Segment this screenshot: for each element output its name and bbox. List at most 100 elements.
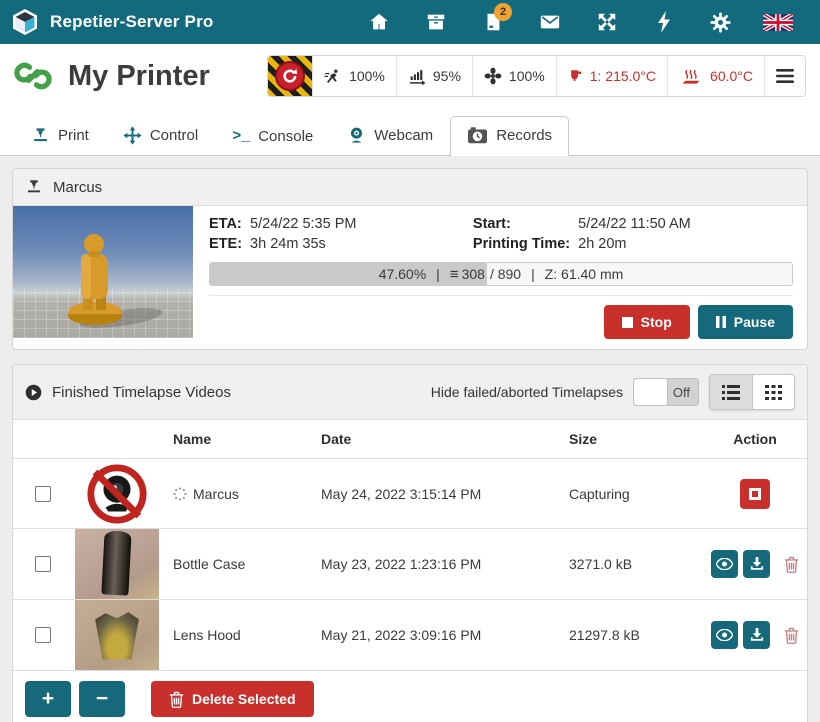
tab-console[interactable]: >_ Console [215, 118, 330, 155]
speed-status[interactable]: 100% [312, 56, 396, 96]
header-thumb-spacer [69, 420, 165, 459]
tab-label: Print [58, 127, 89, 144]
job-meta: ETA: 5/24/22 5:35 PM Start: 5/24/22 11:5… [209, 216, 793, 252]
table-row-lens-hood: Lens Hood May 21, 2022 3:09:16 PM 21297.… [13, 600, 807, 671]
bed-temp-status[interactable]: 60.0°C [667, 56, 764, 96]
list-view-button[interactable] [710, 375, 752, 409]
timelapse-panel: Finished Timelapse Videos Hide failed/ab… [12, 364, 808, 722]
row-date: May 23, 2022 1:23:16 PM [313, 529, 561, 600]
print-tab-icon [31, 126, 50, 145]
delete-video-button[interactable] [784, 556, 799, 573]
job-buttons: Stop Pause [209, 295, 793, 339]
mail-icon[interactable] [521, 0, 578, 44]
grid-view-button[interactable] [752, 375, 794, 409]
printer-header: My Printer 100% 95% [0, 44, 820, 108]
stop-label: Stop [641, 314, 672, 330]
row-size: 3271.0 kB [561, 529, 703, 600]
job-body: ETA: 5/24/22 5:35 PM Start: 5/24/22 11:5… [13, 206, 807, 349]
archive-box-icon[interactable] [407, 0, 464, 44]
print-queue-icon[interactable]: 2 [464, 0, 521, 44]
row-checkbox[interactable] [35, 486, 51, 502]
delete-selected-label: Delete Selected [192, 691, 296, 707]
tab-label: Webcam [374, 127, 433, 144]
view-video-button[interactable] [711, 621, 738, 649]
download-video-button[interactable] [743, 621, 770, 649]
extruder-temp-value: 1: 215.0°C [590, 68, 656, 84]
hamburger-menu-icon [776, 69, 794, 83]
column-date: Date [313, 420, 561, 459]
fan-status[interactable]: 100% [472, 56, 556, 96]
printer-menu-button[interactable] [764, 56, 805, 96]
page-title: My Printer [68, 60, 210, 93]
table-header-row: Name Date Size Action [13, 420, 807, 459]
flow-status[interactable]: 95% [396, 56, 472, 96]
tab-print[interactable]: Print [14, 116, 106, 155]
printer-job-icon [25, 178, 43, 196]
play-circle-icon [25, 384, 42, 401]
view-video-button[interactable] [711, 550, 738, 578]
download-icon [750, 557, 764, 571]
printing-time-label: Printing Time: [473, 236, 570, 252]
delete-video-button[interactable] [784, 627, 799, 644]
start-value: 5/24/22 11:50 AM [578, 216, 793, 232]
row-checkbox[interactable] [35, 627, 51, 643]
pause-label: Pause [734, 314, 775, 330]
app-window: Repetier-Server Pro 2 [0, 0, 820, 722]
speed-runner-icon [324, 68, 342, 85]
emergency-stop-button[interactable] [268, 56, 312, 96]
no-webcam-icon [69, 463, 165, 525]
tab-control[interactable]: Control [106, 116, 215, 155]
home-icon[interactable] [350, 0, 407, 44]
tab-webcam[interactable]: Webcam [330, 116, 450, 155]
table-row-bottle-case: Bottle Case May 23, 2022 1:23:16 PM 3271… [13, 529, 807, 600]
row-name: Bottle Case [165, 529, 313, 600]
extruder-temp-status[interactable]: 1: 215.0°C [556, 56, 667, 96]
layers-icon: ≡ [450, 266, 459, 283]
trash-icon [169, 691, 184, 708]
progress-text: 47.60% | ≡ 308 / 890 | Z: 61.40 mm [210, 263, 792, 285]
column-name: Name [165, 420, 313, 459]
hide-failed-label: Hide failed/aborted Timelapses [431, 384, 623, 400]
tab-records[interactable]: Records [450, 116, 569, 156]
quick-commands-icon[interactable] [635, 0, 692, 44]
flow-bars-icon [408, 68, 426, 85]
eta-label: ETA: [209, 216, 242, 232]
stop-capture-button[interactable] [740, 479, 770, 509]
row-date: May 21, 2022 3:09:16 PM [313, 600, 561, 671]
pause-bars-icon [716, 316, 726, 328]
console-prompt-icon: >_ [232, 128, 250, 145]
stop-button[interactable]: Stop [604, 305, 690, 339]
tab-label: Control [150, 127, 198, 144]
bed-temp-value: 60.0°C [710, 68, 753, 84]
fullscreen-icon[interactable] [578, 0, 635, 44]
select-all-button[interactable]: + [25, 681, 71, 717]
delete-selected-button[interactable]: Delete Selected [151, 681, 314, 717]
separator: | [436, 266, 440, 282]
flow-value: 95% [433, 68, 461, 84]
settings-gear-icon[interactable] [692, 0, 749, 44]
speed-value: 100% [349, 68, 385, 84]
job-preview-image [13, 206, 193, 338]
row-size: 21297.8 kB [561, 600, 703, 671]
language-flag-icon[interactable] [749, 0, 806, 44]
connection-link-icon [12, 55, 54, 97]
table-row-marcus: Marcus May 24, 2022 3:15:14 PM Capturing [13, 459, 807, 529]
row-checkbox[interactable] [35, 556, 51, 572]
top-navbar: Repetier-Server Pro 2 [0, 0, 820, 44]
view-mode-group [709, 374, 795, 410]
timelapse-title: Finished Timelapse Videos [52, 384, 231, 401]
download-icon [750, 628, 764, 642]
hide-failed-toggle[interactable]: Off [633, 378, 699, 406]
grid-view-icon [765, 385, 782, 400]
emergency-stop-icon [268, 56, 312, 96]
lens-hood-thumbnail [75, 600, 159, 670]
deselect-all-button[interactable]: − [79, 681, 125, 717]
printing-time-value: 2h 20m [578, 236, 793, 252]
bottle-case-thumbnail [75, 529, 159, 599]
fan-value: 100% [509, 68, 545, 84]
statue-render [13, 206, 193, 338]
repetier-logo-icon [10, 7, 40, 37]
layer-total: / 890 [490, 266, 521, 282]
pause-button[interactable]: Pause [698, 305, 793, 339]
download-video-button[interactable] [743, 550, 770, 578]
